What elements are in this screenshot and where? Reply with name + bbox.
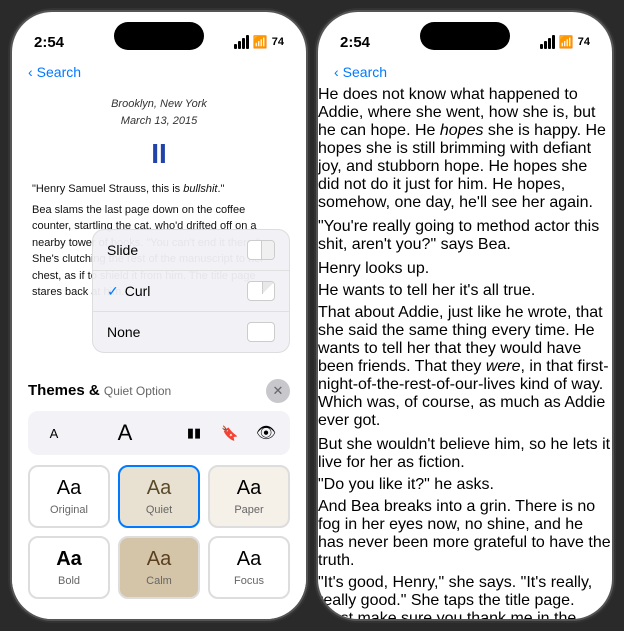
theme-grid: Aa Original Aa Quiet Aa Paper Aa Bold: [28, 465, 290, 599]
back-label-right[interactable]: Search: [343, 64, 387, 80]
para-1: "Henry Samuel Strauss, this is bullshit.…: [32, 181, 286, 198]
transition-slide-label: Slide: [107, 242, 138, 258]
back-chevron-icon: ‹: [28, 64, 33, 80]
theme-focus[interactable]: Aa Focus: [208, 536, 290, 599]
battery-left: 74: [272, 36, 284, 48]
signal-icon: [234, 35, 249, 49]
theme-original-aa: Aa: [57, 477, 81, 500]
font-controls: A A ▮▮ 🔖 👁: [28, 411, 290, 455]
right-para-3: Henry looks up.: [318, 260, 612, 278]
signal-icon-right: [540, 35, 555, 49]
font-small-button[interactable]: A: [38, 417, 70, 449]
transition-curl[interactable]: ✓ Curl: [93, 271, 289, 312]
dynamic-island-left: [114, 22, 204, 50]
theme-calm-name: Calm: [146, 575, 172, 587]
left-content-area: ‹ Search Brooklyn, New York March 13, 20…: [12, 62, 306, 306]
theme-quiet-name: Quiet: [146, 504, 172, 516]
theme-paper-aa: Aa: [237, 477, 261, 500]
slide-icon: [247, 240, 275, 260]
overlay-panel: Slide ✓ Curl: [12, 367, 306, 619]
theme-bold-aa: Aa: [56, 548, 82, 571]
theme-quiet-aa: Aa: [147, 477, 171, 500]
battery-right: 74: [578, 36, 590, 48]
back-nav-left[interactable]: ‹ Search: [12, 62, 306, 86]
back-label-left[interactable]: Search: [37, 64, 81, 80]
transition-none[interactable]: None: [93, 312, 289, 352]
left-phone: 2:54 📶 74 ‹ Search Brooklyn, New York: [12, 12, 306, 619]
reading-content-right: He does not know what happened to Addie,…: [318, 86, 612, 619]
eye-icon[interactable]: 👁: [252, 419, 280, 447]
transition-none-label: None: [107, 324, 140, 340]
font-icons: ▮▮ 🔖 👁: [180, 419, 280, 447]
theme-original[interactable]: Aa Original: [28, 465, 110, 528]
time-left: 2:54: [34, 34, 64, 51]
right-para-5: That about Addie, just like he wrote, th…: [318, 304, 612, 430]
chapter-number: II: [32, 133, 286, 175]
theme-bold-name: Bold: [58, 575, 80, 587]
themes-title: Themes & Quiet Option: [28, 382, 171, 400]
transition-curl-label: Curl: [125, 283, 151, 299]
theme-calm-aa: Aa: [147, 548, 171, 571]
status-icons-right: 📶 74: [540, 35, 590, 49]
right-para-7: "Do you like it?" he asks.: [318, 476, 612, 494]
back-chevron-icon-right: ‹: [334, 64, 339, 80]
none-icon: [247, 322, 275, 342]
reading-location: Brooklyn, New York March 13, 2015: [32, 96, 286, 129]
theme-original-name: Original: [50, 504, 88, 516]
status-icons-left: 📶 74: [234, 35, 284, 49]
theme-calm[interactable]: Aa Calm: [118, 536, 200, 599]
themes-header: Themes & Quiet Option ✕: [28, 379, 290, 403]
font-large-button[interactable]: A: [109, 417, 141, 449]
close-button[interactable]: ✕: [266, 379, 290, 403]
theme-paper-name: Paper: [234, 504, 263, 516]
transition-slide[interactable]: Slide: [93, 230, 289, 271]
right-para-9: "It's good, Henry," she says. "It's real…: [318, 574, 612, 619]
right-para-8: And Bea breaks into a grin. There is no …: [318, 498, 612, 570]
back-nav-right[interactable]: ‹ Search: [318, 62, 612, 86]
transition-menu[interactable]: Slide ✓ Curl: [92, 229, 290, 353]
right-phone: 2:54 📶 74 ‹ Search He does not know what…: [318, 12, 612, 619]
transition-menu-container: Slide ✓ Curl: [92, 229, 290, 361]
right-para-1: He does not know what happened to Addie,…: [318, 86, 612, 212]
right-para-4: He wants to tell her it's all true.: [318, 282, 612, 300]
theme-focus-aa: Aa: [237, 548, 261, 571]
right-para-6: But she wouldn't believe him, so he lets…: [318, 436, 612, 472]
columns-icon[interactable]: ▮▮: [180, 419, 208, 447]
checkmark-icon: ✓: [107, 283, 119, 300]
wifi-icon: 📶: [253, 35, 268, 49]
curl-icon: [247, 281, 275, 301]
dynamic-island-right: [420, 22, 510, 50]
theme-quiet[interactable]: Aa Quiet: [118, 465, 200, 528]
theme-paper[interactable]: Aa Paper: [208, 465, 290, 528]
right-para-2: "You're really going to method actor thi…: [318, 218, 612, 254]
time-right: 2:54: [340, 34, 370, 51]
theme-bold[interactable]: Aa Bold: [28, 536, 110, 599]
wifi-icon-right: 📶: [559, 35, 574, 49]
bookmark-icon[interactable]: 🔖: [216, 419, 244, 447]
theme-focus-name: Focus: [234, 575, 264, 587]
